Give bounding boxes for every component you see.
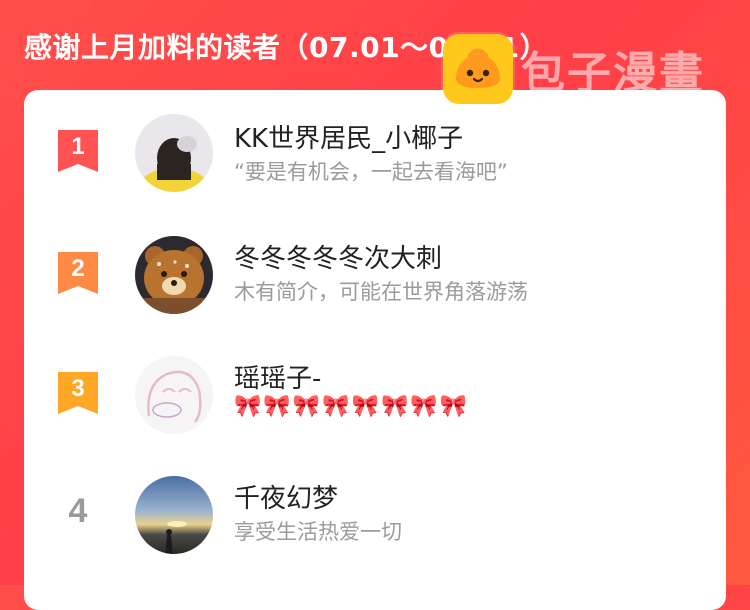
avatar[interactable] [135,114,213,192]
bun-mascot-logo-icon [443,34,513,104]
rank-badge: 1 [58,130,98,172]
rank-number: 3 [71,375,85,402]
reader-name: 千夜幻梦 [234,484,339,514]
watermark-text: 包子漫畫 [521,48,705,99]
avatar[interactable] [135,356,213,434]
rank-number: 4 [68,492,88,530]
avatar[interactable] [135,476,213,554]
list-item[interactable]: 4 千夜幻梦 享受生活热爱一切 [24,464,726,564]
reader-name: KK世界居民_小椰子 [234,124,464,154]
reader-name: 冬冬冬冬冬次大刺 [234,244,443,274]
list-item[interactable]: 3 瑶瑶子- 🎀🎀🎀🎀🎀🎀🎀🎀 [24,344,726,444]
reader-bio: “要是有机会，一起去看海吧” [234,160,508,184]
rank-badge: 2 [58,252,98,294]
reader-bio: 木有简介，可能在世界角落游荡 [234,280,528,304]
rank-number: 2 [71,255,85,282]
leaderboard-card: 1 KK世界居民_小椰子 “要是有机会，一起去看海吧” 2 冬冬冬冬冬次大刺 木… [24,90,726,610]
avatar[interactable] [135,236,213,314]
rank-badge: 3 [58,372,98,414]
list-item[interactable]: 2 冬冬冬冬冬次大刺 木有简介，可能在世界角落游荡 [24,224,726,324]
reader-name: 瑶瑶子- [234,364,322,394]
rank-number: 1 [71,133,85,160]
reader-bio: 享受生活热爱一切 [234,520,402,544]
reader-bio: 🎀🎀🎀🎀🎀🎀🎀🎀 [234,394,470,419]
watermark: 包子漫畫 [443,34,705,104]
list-item[interactable]: 1 KK世界居民_小椰子 “要是有机会，一起去看海吧” [24,104,726,204]
